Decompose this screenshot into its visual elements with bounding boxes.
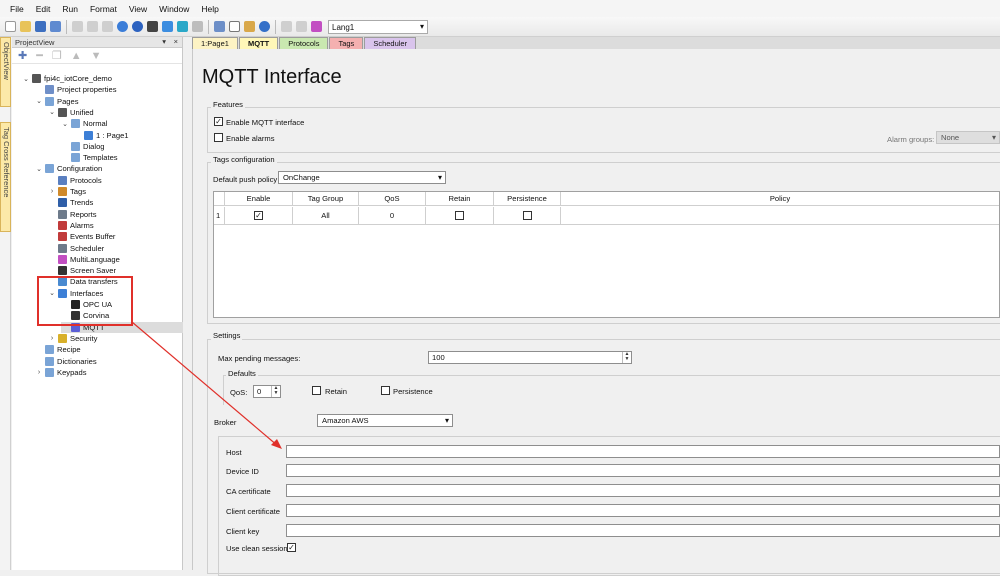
annotation-arrowhead xyxy=(271,439,282,449)
annotation-arrow-line xyxy=(131,321,279,447)
annotation-arrow xyxy=(131,321,282,449)
